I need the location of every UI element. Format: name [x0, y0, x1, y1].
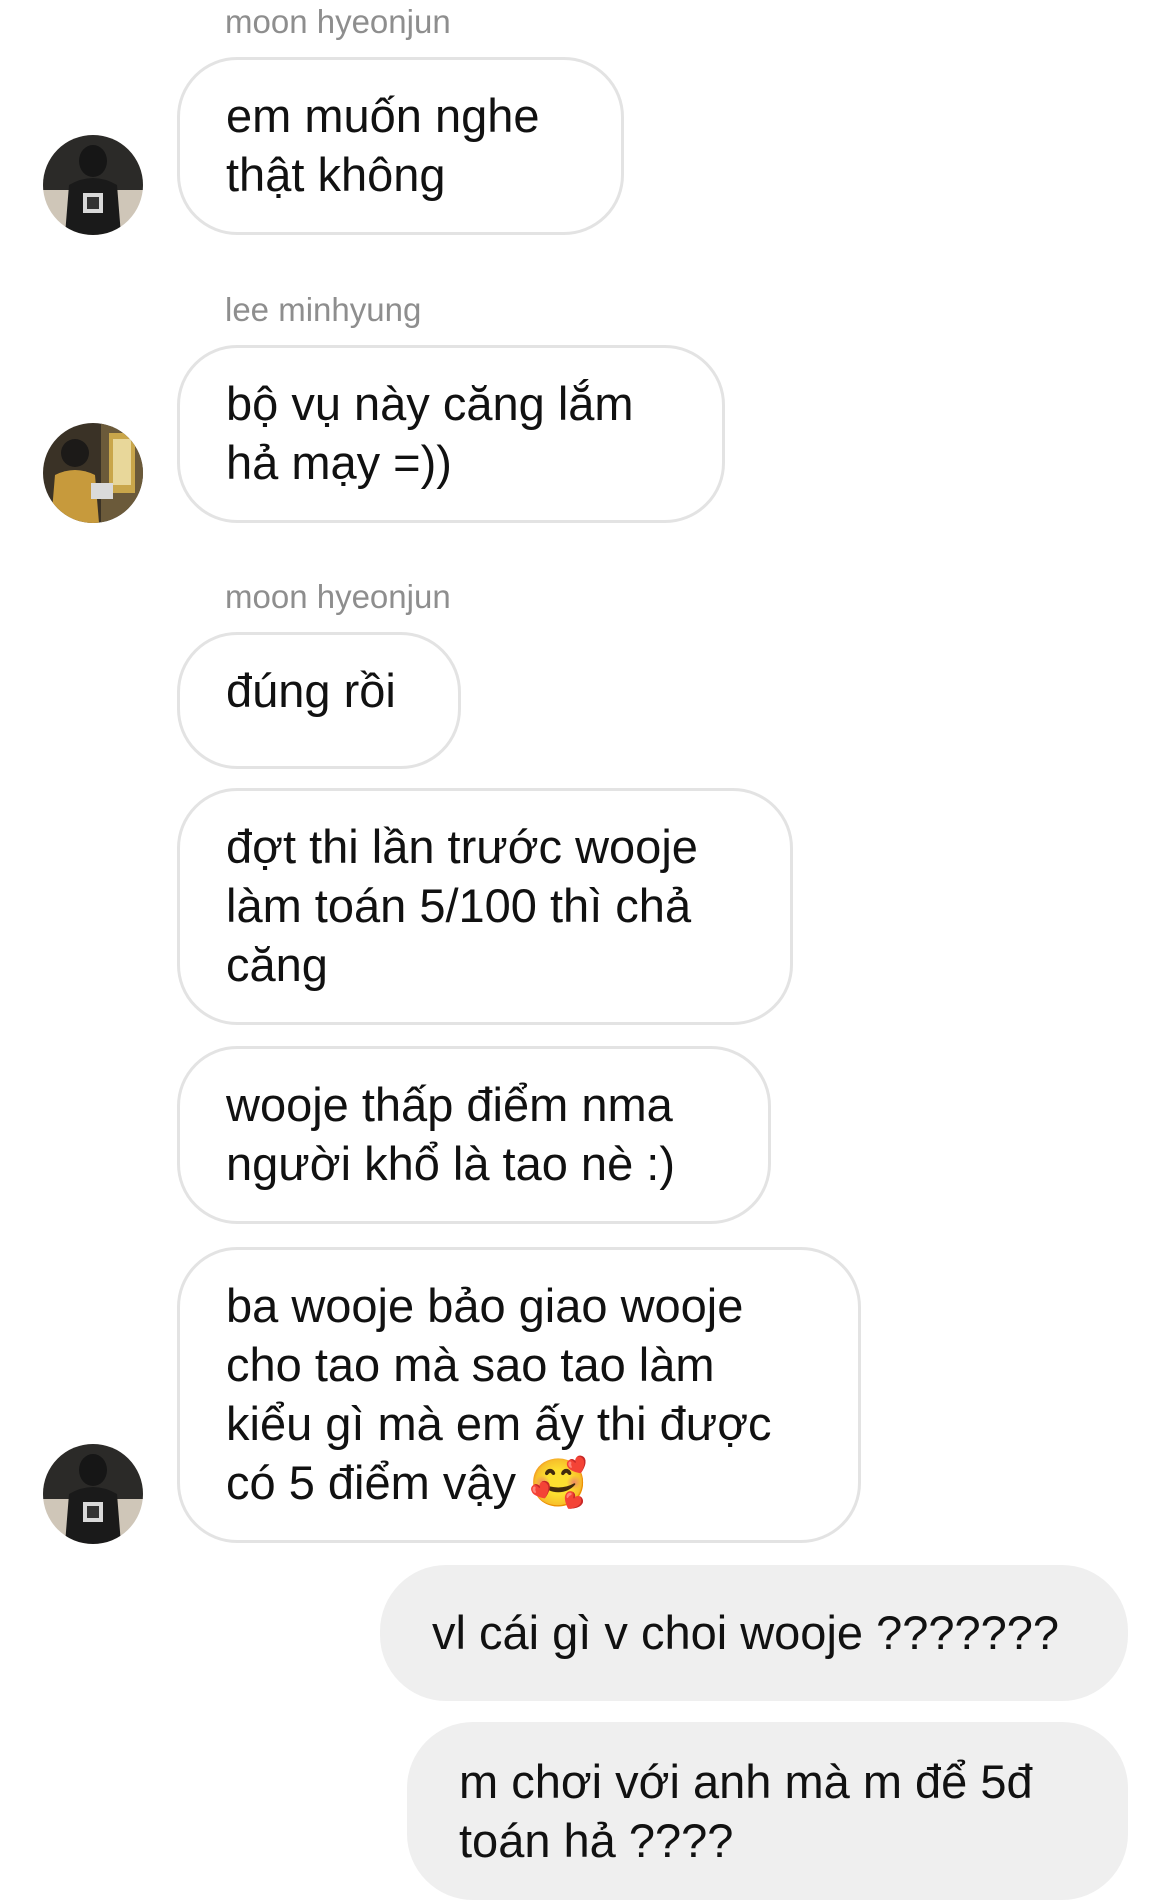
sender-name: moon hyeonjun: [225, 578, 451, 615]
message-bubble[interactable]: ba wooje bảo giao wooje cho tao mà sao t…: [177, 1247, 861, 1543]
message-bubble[interactable]: đúng rồi: [177, 632, 461, 769]
message-bubble[interactable]: đợt thi lần trước wooje làm toán 5/100 t…: [177, 788, 793, 1025]
message-bubble[interactable]: m chơi với anh mà m để 5đ toán hả ????: [407, 1722, 1128, 1900]
message-bubble[interactable]: em muốn nghe thật không: [177, 57, 624, 235]
sender-name: moon hyeonjun: [225, 3, 451, 40]
message-bubble[interactable]: bộ vụ này căng lắm hả mạy =)): [177, 345, 725, 523]
avatar[interactable]: [43, 1444, 143, 1544]
message-bubble[interactable]: wooje thấp điểm nma người khổ là tao nè …: [177, 1046, 771, 1224]
avatar[interactable]: [43, 135, 143, 235]
sender-name: lee minhyung: [225, 291, 422, 328]
message-bubble[interactable]: vl cái gì v choi wooje ???????: [380, 1565, 1128, 1701]
avatar[interactable]: [43, 423, 143, 523]
